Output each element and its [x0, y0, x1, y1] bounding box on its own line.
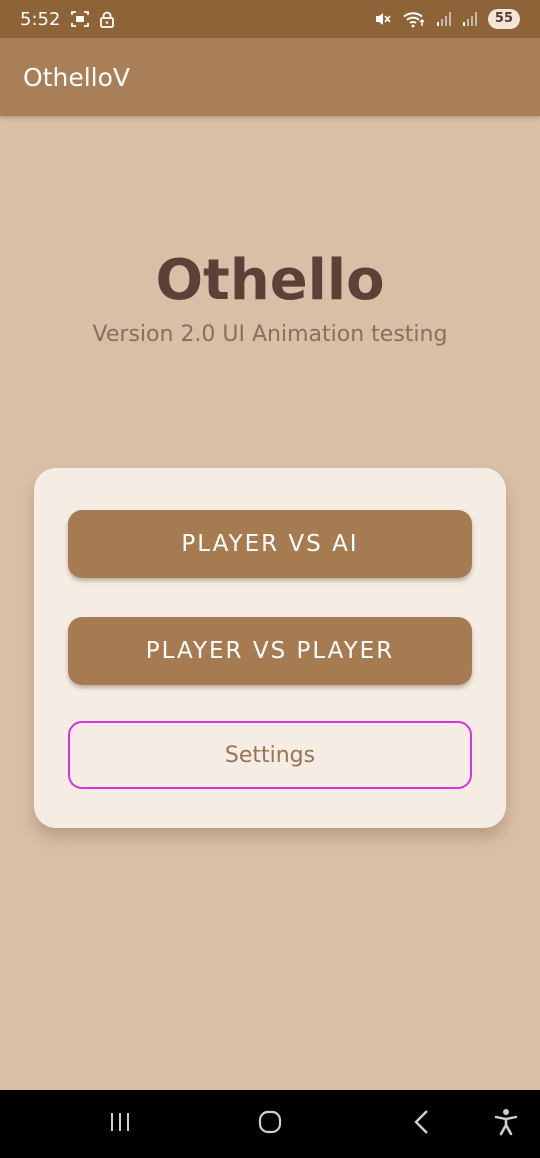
player-vs-player-button[interactable]: PLAYER VS PLAYER [68, 617, 472, 685]
home-button[interactable] [240, 1090, 300, 1158]
app-title: OthelloV [23, 62, 130, 92]
system-nav-bar [0, 1090, 540, 1158]
status-bar: 5:52 55 [0, 0, 540, 38]
back-icon [412, 1109, 432, 1139]
status-time: 5:52 [20, 8, 61, 30]
settings-button[interactable]: Settings [68, 721, 472, 789]
signal-icon [462, 11, 478, 27]
mute-icon [374, 10, 392, 28]
signal-icon [436, 11, 452, 27]
status-right: 55 [374, 9, 520, 29]
menu-card: PLAYER VS AI PLAYER VS PLAYER Settings [34, 468, 506, 828]
app-bar: OthelloV [0, 38, 540, 116]
recents-icon [108, 1111, 132, 1137]
screenshot-icon [70, 10, 90, 28]
back-button[interactable] [392, 1090, 452, 1158]
lock-icon [100, 11, 115, 28]
accessibility-button[interactable] [476, 1090, 536, 1158]
version-subtitle: Version 2.0 UI Animation testing [92, 322, 448, 347]
battery-indicator: 55 [487, 9, 520, 29]
status-left: 5:52 [20, 8, 115, 30]
player-vs-ai-button[interactable]: PLAYER VS AI [68, 510, 472, 578]
wifi-icon [402, 10, 426, 28]
page-title: Othello [155, 248, 385, 313]
recents-button[interactable] [90, 1090, 150, 1158]
home-icon [258, 1110, 282, 1138]
accessibility-icon [494, 1108, 518, 1140]
